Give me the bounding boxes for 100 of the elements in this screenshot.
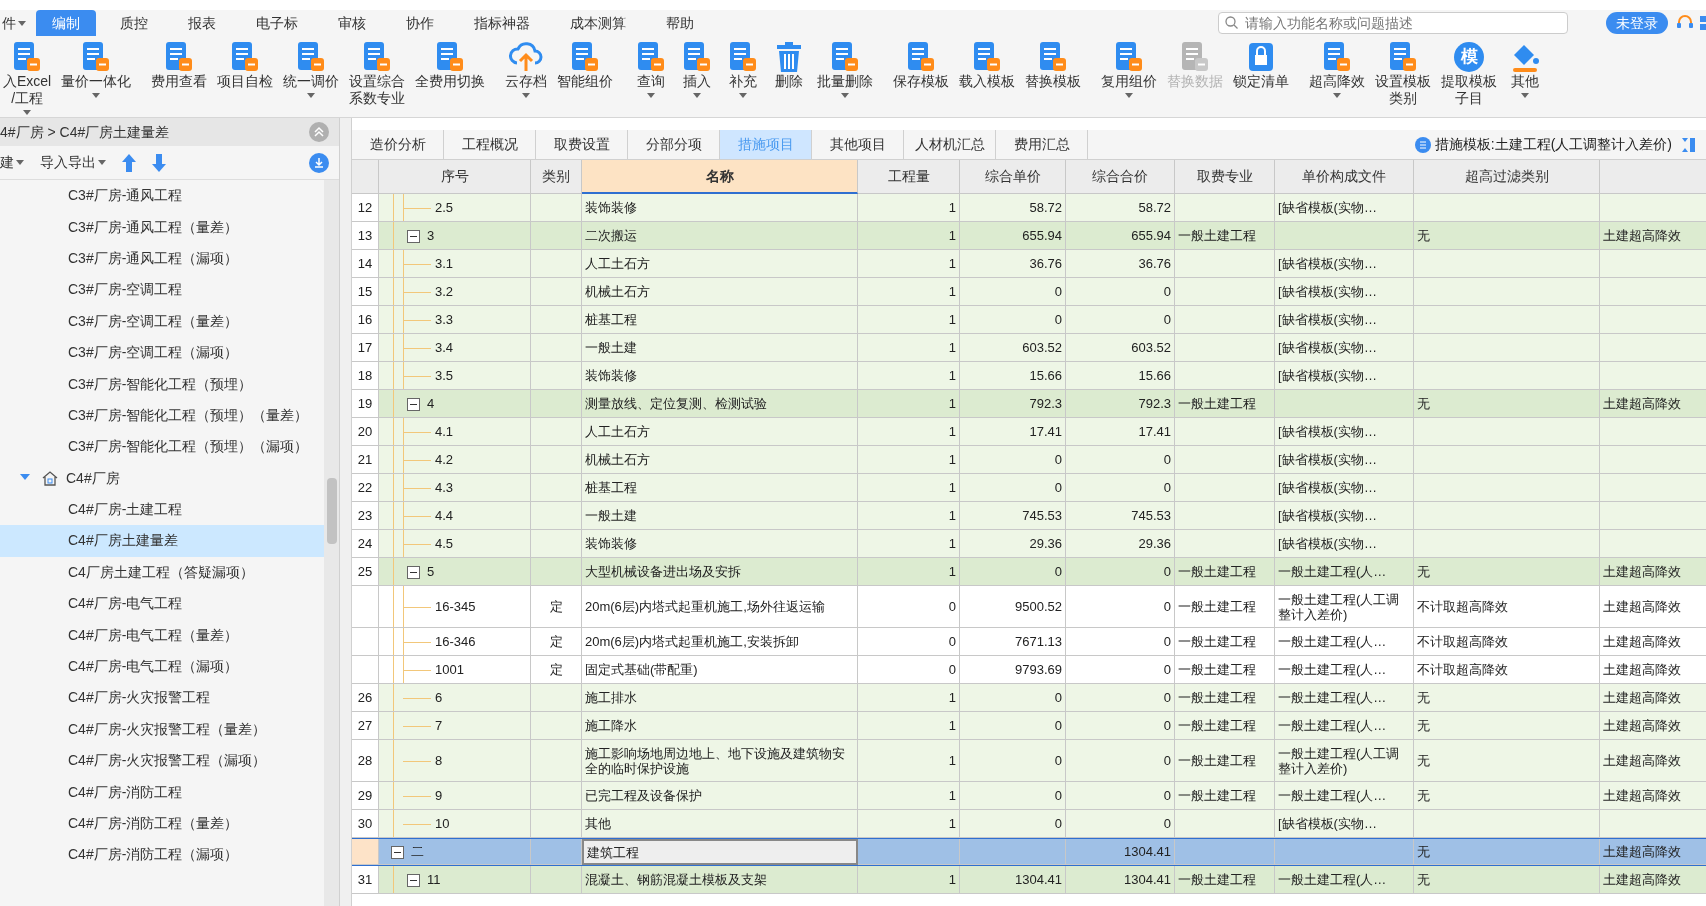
tree-item[interactable]: C4#厂房-电气工程（量差）: [0, 619, 324, 651]
table-row[interactable]: 22 4.3 桩基工程 1 0 0 [缺省模板(实物…: [352, 474, 1706, 502]
ribbon-button[interactable]: 其他: [1504, 40, 1547, 98]
table-row[interactable]: 21 4.2 机械土石方 1 0 0 [缺省模板(实物…: [352, 446, 1706, 474]
collapse-icon[interactable]: [407, 565, 420, 579]
ribbon-button[interactable]: 超高降效: [1306, 40, 1369, 98]
tab[interactable]: 取费设置: [536, 130, 628, 159]
menu-tab[interactable]: 电子标: [240, 10, 314, 36]
table-row[interactable]: 14 3.1 人工土石方 1 36.76 36.76 [缺省模板(实物…: [352, 250, 1706, 278]
menu-tab[interactable]: 协作: [390, 10, 450, 36]
table-row[interactable]: 1001 定 固定式基础(带配重) 0 9793.69 0 一般土建工程 一般土建工程(人… 不计取超高降效 土建超高降效: [352, 656, 1706, 684]
ribbon-button[interactable]: 载入模板: [956, 40, 1019, 90]
ribbon-button[interactable]: 保存模板: [890, 40, 953, 90]
menu-tab[interactable]: 件: [0, 10, 28, 36]
tree-item[interactable]: C4#厂房-电气工程: [0, 588, 324, 620]
ribbon-button[interactable]: 全费用切换: [412, 40, 489, 90]
menu-tab[interactable]: 帮助: [650, 10, 710, 36]
tree-item[interactable]: C3#厂房-通风工程: [0, 180, 324, 212]
collapse-icon[interactable]: [407, 397, 420, 411]
collapse-icon[interactable]: [407, 229, 420, 243]
download-icon[interactable]: [309, 152, 329, 173]
table-row[interactable]: 18 3.5 装饰装修 1 15.66 15.66 [缺省模板(实物…: [352, 362, 1706, 390]
search-field[interactable]: 请输入功能名称或问题描述: [1218, 12, 1568, 34]
tree-item[interactable]: C3#厂房-通风工程（量差）: [0, 211, 324, 243]
ribbon-button[interactable]: 项目自检: [214, 40, 277, 90]
table-row[interactable]: 30 10 其他 1 0 0 [缺省模板(实物…: [352, 810, 1706, 838]
tab[interactable]: 工程概况: [444, 130, 536, 159]
ribbon-button[interactable]: 插入: [676, 40, 719, 98]
ribbon-button[interactable]: 智能组价: [554, 40, 617, 90]
table-row[interactable]: 16-346 定 20m(6层)内塔式起重机施工,安装拆卸 0 7671.13 0 一般土建工程 一般土建工程(人… 不计取超高降效 土建超高降效: [352, 628, 1706, 656]
ribbon-button[interactable]: 复用组价: [1098, 40, 1161, 98]
pin-icon[interactable]: [1682, 136, 1696, 153]
collapse-up-icon[interactable]: [309, 122, 329, 142]
tree-item[interactable]: C4#厂房-土建工程: [0, 493, 324, 526]
ribbon-button[interactable]: 批量删除: [814, 40, 877, 98]
ribbon-button[interactable]: 入Excel /工程: [0, 40, 55, 115]
tab[interactable]: 造价分析: [352, 130, 444, 159]
move-down-icon[interactable]: [152, 153, 166, 172]
collapse-icon[interactable]: [407, 873, 420, 887]
column-header[interactable]: 名称: [582, 160, 858, 194]
table-row[interactable]: 23 4.4 一般土建 1 745.53 745.53 [缺省模板(实物…: [352, 502, 1706, 530]
tree-item[interactable]: C4#厂房-消防工程（漏项）: [0, 839, 324, 871]
tree-item[interactable]: C4#厂房-电气工程（漏项）: [0, 650, 324, 683]
menu-tab[interactable]: 成本测算: [554, 10, 642, 36]
tree-item[interactable]: C3#厂房-通风工程（漏项）: [0, 242, 324, 275]
ribbon-button[interactable]: 设置综合 系数专业: [346, 40, 409, 107]
ribbon-button[interactable]: 云存档: [502, 40, 551, 98]
ribbon-button[interactable]: 锁定清单: [1230, 40, 1293, 90]
table-row[interactable]: 15 3.2 机械土石方 1 0 0 [缺省模板(实物…: [352, 278, 1706, 306]
tree-item[interactable]: C3#厂房-空调工程（漏项）: [0, 336, 324, 369]
ribbon-button[interactable]: 替换模板: [1022, 40, 1085, 90]
toolbar-menu-button[interactable]: 导入导出: [40, 152, 106, 173]
table-row[interactable]: 27 7 施工降水 1 0 0 一般土建工程 一般土建工程(人… 无 土建超高降效: [352, 712, 1706, 740]
tree-item[interactable]: C4#厂房-火灾报警工程（量差）: [0, 713, 324, 746]
table-row[interactable]: 31 11 混凝土、钢筋混凝土模板及支架 1 1304.41 1304.41 一般土建工程 一般土建工程(人… 无 土建超高降效: [352, 866, 1706, 894]
tree-item[interactable]: C3#厂房-智能化工程（预埋）: [0, 368, 324, 400]
table-row[interactable]: 12 2.5 装饰装修 1 58.72 58.72 [缺省模板(实物…: [352, 194, 1706, 222]
tree-item[interactable]: C4#厂房土建量差: [0, 525, 324, 557]
tree-item[interactable]: C4厂房土建工程（答疑漏项）: [0, 556, 324, 589]
toolbar-menu-button[interactable]: 建: [0, 152, 24, 173]
tree-item[interactable]: C3#厂房-智能化工程（预埋）（量差）: [0, 399, 324, 432]
tree-item[interactable]: C3#厂房-智能化工程（预埋）（漏项）: [0, 431, 324, 463]
menu-tab[interactable]: 报表: [172, 10, 232, 36]
ribbon-button[interactable]: 模 提取模板 子目: [1438, 40, 1501, 107]
table-row[interactable]: 20 4.1 人工土石方 1 17.41 17.41 [缺省模板(实物…: [352, 418, 1706, 446]
table-row[interactable]: 17 3.4 一般土建 1 603.52 603.52 [缺省模板(实物…: [352, 334, 1706, 362]
ribbon-button[interactable]: 量价一体化: [58, 40, 135, 98]
ribbon-button[interactable]: 统一调价: [280, 40, 343, 98]
tree-item[interactable]: C4#厂房-火灾报警工程（漏项）: [0, 745, 324, 777]
table-row[interactable]: 二 建筑工程 1304.41 无 土建超高降效: [352, 838, 1706, 866]
ribbon-button[interactable]: 删除: [768, 40, 811, 90]
table-row[interactable]: 26 6 施工排水 1 0 0 一般土建工程 一般土建工程(人… 无 土建超高降效: [352, 684, 1706, 712]
table-row[interactable]: 16 3.3 桩基工程 1 0 0 [缺省模板(实物…: [352, 306, 1706, 334]
table-row[interactable]: 24 4.5 装饰装修 1 29.36 29.36 [缺省模板(实物…: [352, 530, 1706, 558]
tab[interactable]: 人材机汇总: [904, 130, 996, 159]
tab[interactable]: 费用汇总: [996, 130, 1088, 159]
table-row[interactable]: 25 5 大型机械设备进出场及安拆 1 0 0 一般土建工程 一般土建工程(人… 无 土建超高降效: [352, 558, 1706, 586]
grid-icon[interactable]: [1700, 14, 1706, 32]
tree-item[interactable]: C3#厂房-空调工程（量差）: [0, 305, 324, 337]
table-row[interactable]: 19 4 测量放线、定位复测、检测试验 1 792.3 792.3 一般土建工程 无 土建超高降效: [352, 390, 1706, 418]
ribbon-button[interactable]: 补充: [722, 40, 765, 98]
tree-item[interactable]: C4#厂房-消防工程（量差）: [0, 807, 324, 840]
table-row[interactable]: 13 3 二次搬运 1 655.94 655.94 一般土建工程 无 土建超高降效: [352, 222, 1706, 250]
table-row[interactable]: 29 9 已完工程及设备保护 1 0 0 一般土建工程 一般土建工程(人… 无 土建超高降效: [352, 782, 1706, 810]
table-row[interactable]: 28 8 施工影响场地周边地上、地下设施及建筑物安全的临时保护设施 1 0 0 一般土建工程 一般土建工程(人工调整计入差价) 无 土建超高降效: [352, 740, 1706, 782]
ribbon-button[interactable]: 设置模板 类别: [1372, 40, 1435, 107]
ribbon-button[interactable]: 费用查看: [148, 40, 211, 90]
menu-tab[interactable]: 指标神器: [458, 10, 546, 36]
tree-item[interactable]: C4#厂房-火灾报警工程: [0, 682, 324, 714]
table-row[interactable]: 16-345 定 20m(6层)内塔式起重机施工,场外往返运输 0 9500.52 0 一般土建工程 一般土建工程(人工调整计入差价) 不计取超高降效 土建超高降效: [352, 586, 1706, 628]
collapse-icon[interactable]: [391, 845, 404, 859]
menu-tab[interactable]: 审核: [322, 10, 382, 36]
tree-item[interactable]: C4#厂房-消防工程: [0, 776, 324, 808]
tree-item[interactable]: C4#厂房: [0, 462, 324, 494]
move-up-icon[interactable]: [122, 153, 136, 172]
ribbon-button[interactable]: 查询: [630, 40, 673, 98]
scrollbar[interactable]: [324, 180, 339, 906]
tab[interactable]: 其他项目: [812, 130, 904, 159]
menu-tab[interactable]: 质控: [104, 10, 164, 36]
tree-item[interactable]: C3#厂房-空调工程: [0, 274, 324, 306]
